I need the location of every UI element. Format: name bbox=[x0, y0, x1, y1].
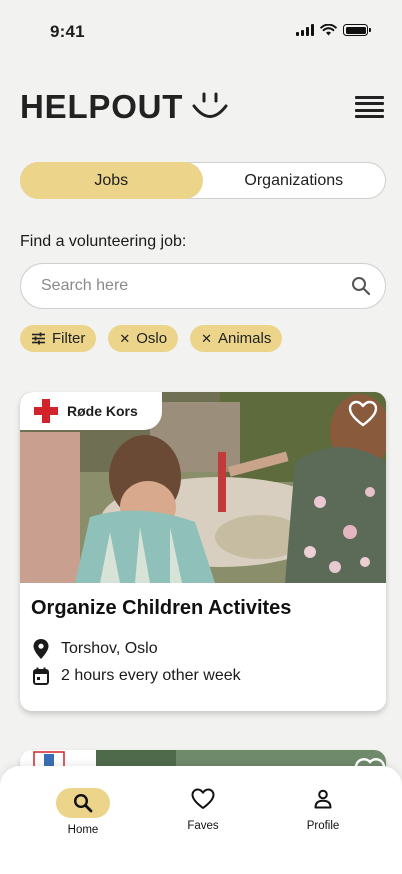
filter-chips: Filter ✕ Oslo ✕ Animals bbox=[20, 325, 283, 352]
heart-icon bbox=[191, 788, 215, 809]
search-bar bbox=[20, 263, 386, 309]
wifi-icon bbox=[320, 24, 337, 36]
search-icon[interactable] bbox=[349, 274, 373, 298]
category-chip[interactable]: ✕ Animals bbox=[190, 325, 283, 352]
calendar-icon bbox=[33, 667, 49, 685]
logo-text: HELPOUT bbox=[20, 88, 184, 125]
nav-label: Home bbox=[67, 824, 99, 836]
tab-organizations[interactable]: Organizations bbox=[203, 163, 386, 198]
job-schedule: 2 hours every other week bbox=[33, 667, 241, 685]
nav-profile-icon-wrap bbox=[296, 784, 350, 814]
chip-label: Filter bbox=[52, 330, 86, 347]
search-icon bbox=[73, 793, 93, 813]
status-bar: 9:41 bbox=[0, 0, 402, 62]
job-title: Organize Children Activites bbox=[31, 597, 292, 619]
red-cross-icon bbox=[34, 399, 58, 423]
job-card[interactable]: Røde Kors Organize Children Activites To… bbox=[20, 392, 386, 711]
nav-faves[interactable]: Faves bbox=[163, 784, 243, 832]
bottom-navigation: Home Faves Profile bbox=[0, 766, 402, 874]
schedule-text: 2 hours every other week bbox=[61, 667, 241, 684]
nav-faves-icon-wrap bbox=[176, 784, 230, 814]
sliders-icon bbox=[32, 332, 45, 345]
organization-tag: Røde Kors bbox=[20, 392, 162, 430]
menu-icon[interactable] bbox=[355, 96, 384, 118]
organization-name: Røde Kors bbox=[67, 403, 138, 419]
nav-profile[interactable]: Profile bbox=[283, 784, 363, 832]
chip-label: Animals bbox=[218, 330, 272, 347]
find-job-label: Find a volunteering job: bbox=[20, 233, 187, 250]
tab-switcher: Jobs Organizations bbox=[20, 162, 386, 199]
signal-icon bbox=[296, 24, 314, 36]
nav-home-highlight bbox=[56, 788, 110, 818]
close-icon[interactable]: ✕ bbox=[201, 331, 212, 347]
close-icon[interactable]: ✕ bbox=[119, 331, 130, 347]
job-photo: Røde Kors bbox=[20, 392, 386, 583]
person-icon bbox=[314, 789, 332, 809]
status-time: 9:41 bbox=[50, 22, 85, 41]
nav-label: Profile bbox=[306, 820, 340, 832]
filter-chip[interactable]: Filter bbox=[20, 325, 97, 352]
location-chip[interactable]: ✕ Oslo bbox=[108, 325, 179, 352]
app-logo: HELPOUT bbox=[20, 88, 229, 126]
nav-label: Faves bbox=[187, 820, 219, 832]
job-location: Torshov, Oslo bbox=[33, 639, 158, 659]
favorite-heart-icon[interactable] bbox=[348, 400, 378, 428]
battery-icon bbox=[343, 24, 371, 36]
smiley-logo-icon bbox=[192, 92, 228, 118]
search-input[interactable] bbox=[41, 277, 349, 295]
nav-home[interactable]: Home bbox=[43, 788, 123, 836]
chip-label: Oslo bbox=[136, 330, 168, 347]
location-pin-icon bbox=[33, 639, 49, 659]
status-icons bbox=[296, 24, 371, 36]
tab-jobs[interactable]: Jobs bbox=[20, 162, 203, 199]
location-text: Torshov, Oslo bbox=[61, 640, 158, 657]
